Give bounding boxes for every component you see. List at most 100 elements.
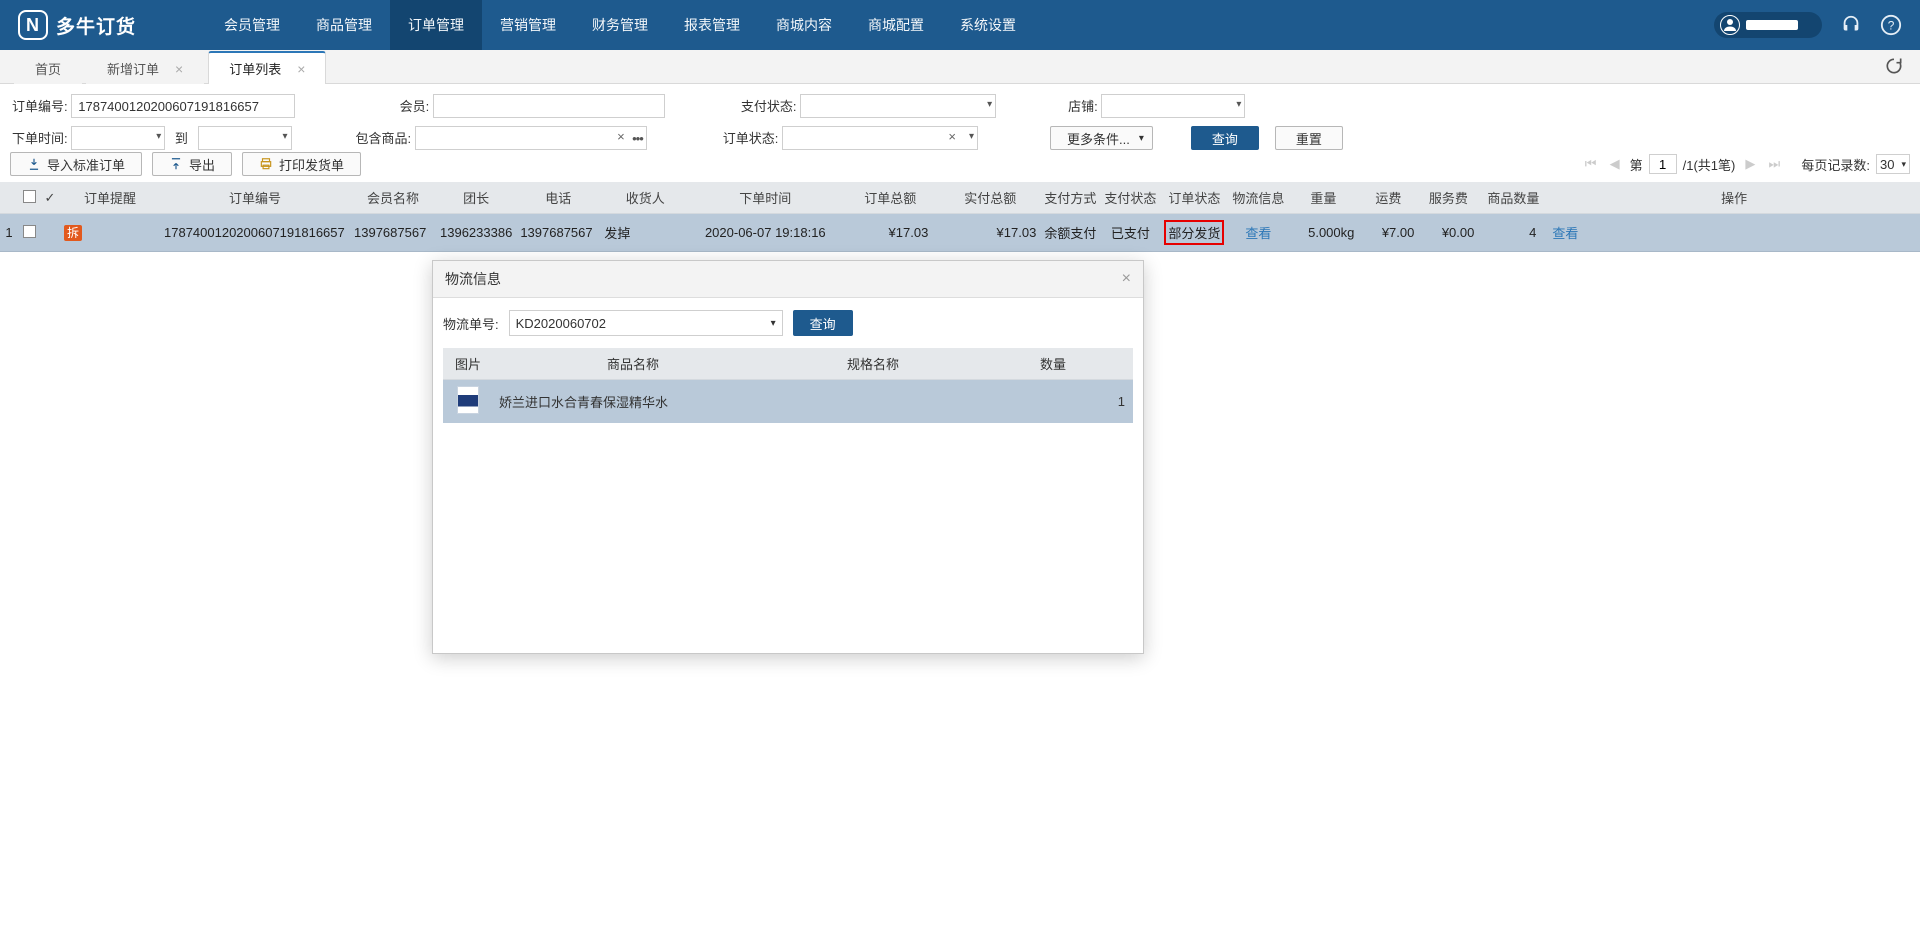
modal-title: 物流信息 bbox=[445, 269, 501, 289]
shop-select[interactable] bbox=[1101, 94, 1245, 118]
nav-marketing[interactable]: 营销管理 bbox=[482, 0, 574, 50]
tab-home[interactable]: 首页 bbox=[14, 52, 82, 84]
nav-finance[interactable]: 财务管理 bbox=[574, 0, 666, 50]
close-icon[interactable]: × bbox=[1122, 271, 1131, 287]
ellipsis-icon[interactable]: ••• bbox=[632, 131, 643, 146]
label-order-status: 订单状态: bbox=[723, 128, 779, 147]
export-button[interactable]: 导出 bbox=[152, 152, 232, 176]
pay-status-select[interactable] bbox=[800, 94, 996, 118]
tab-order-list[interactable]: 订单列表 × bbox=[208, 51, 326, 84]
mcell-qty: 1 bbox=[973, 380, 1133, 424]
close-icon[interactable]: × bbox=[297, 62, 305, 76]
cell-pay-method: 余额支付 bbox=[1040, 214, 1100, 252]
cell-service-fee: ¥0.00 bbox=[1418, 214, 1478, 252]
col-pay-method: 支付方式 bbox=[1040, 182, 1100, 214]
brand-logo: N 多牛订货 bbox=[18, 10, 136, 40]
cell-index: 1 bbox=[0, 214, 18, 252]
chevron-down-icon: ▾ bbox=[156, 131, 161, 142]
label-include-goods: 包含商品: bbox=[356, 128, 412, 147]
nav-mall-content[interactable]: 商城内容 bbox=[758, 0, 850, 50]
page-first-button[interactable]: ⏮ bbox=[1582, 155, 1600, 173]
table-row[interactable]: 1 拆 178740012020060719​1816657 139768756… bbox=[0, 214, 1920, 252]
import-button[interactable]: 导入标准订单 bbox=[10, 152, 142, 176]
refresh-icon[interactable] bbox=[1884, 56, 1904, 79]
button-label: 导出 bbox=[189, 155, 215, 174]
mcell-name: 娇兰进口水合青春保湿精华水 bbox=[493, 380, 773, 424]
help-icon[interactable]: ? bbox=[1880, 14, 1902, 36]
print-button[interactable]: 打印发货单 bbox=[242, 152, 361, 176]
time-to-input[interactable] bbox=[198, 126, 292, 150]
headset-icon[interactable] bbox=[1840, 14, 1862, 36]
more-conditions-button[interactable]: 更多条件... bbox=[1050, 126, 1153, 150]
close-icon[interactable]: × bbox=[175, 62, 183, 76]
brand-label: 多牛订货 bbox=[56, 12, 136, 39]
chevron-down-icon: ▾ bbox=[1236, 99, 1241, 110]
cell-order-no: 178740012020060719​1816657 bbox=[160, 214, 350, 252]
col-paid: 实付总额 bbox=[940, 182, 1040, 214]
time-from-input[interactable] bbox=[71, 126, 165, 150]
cell-pay-status: 已支付 bbox=[1100, 214, 1160, 252]
printer-icon bbox=[259, 157, 273, 171]
tab-label: 订单列表 bbox=[229, 59, 281, 78]
modal-row[interactable]: 娇兰进口水合青春保湿精华水 1 bbox=[443, 380, 1133, 424]
mcell-spec bbox=[773, 380, 973, 424]
tab-label: 首页 bbox=[35, 59, 61, 78]
cell-phone: 139768756​7 bbox=[516, 214, 600, 252]
chevron-down-icon: ▾ bbox=[282, 131, 287, 142]
query-button[interactable]: 查询 bbox=[1191, 126, 1259, 150]
pager: ⏮ ◀ 第 /1(共1笔) ▶ ⏭ 每页记录数: 30 ▾ bbox=[1582, 154, 1910, 174]
col-member: 会员名称 bbox=[350, 182, 436, 214]
brand-mark-icon: N bbox=[18, 10, 48, 40]
label-order-no: 订单编号: bbox=[12, 96, 68, 115]
clear-icon[interactable]: × bbox=[617, 129, 625, 144]
mcol-qty: 数量 bbox=[973, 348, 1133, 380]
nav-system[interactable]: 系统设置 bbox=[942, 0, 1034, 50]
col-order-no: 订单编号 bbox=[160, 182, 350, 214]
logistics-modal: 物流信息 × 物流单号: KD2020060702 ▾ 查询 图片 商品名称 规… bbox=[432, 260, 1144, 654]
page-last-button[interactable]: ⏭ bbox=[1765, 155, 1783, 173]
order-no-input[interactable] bbox=[71, 94, 295, 118]
page-input[interactable] bbox=[1649, 154, 1677, 174]
per-page-value: 30 bbox=[1880, 157, 1894, 172]
row-checkbox[interactable] bbox=[23, 225, 36, 238]
chevron-down-icon: ▾ bbox=[771, 318, 776, 329]
import-icon bbox=[27, 157, 41, 171]
clear-icon[interactable]: × bbox=[948, 129, 956, 144]
modal-query-button[interactable]: 查询 bbox=[793, 310, 853, 336]
nav-orders[interactable]: 订单管理 bbox=[390, 0, 482, 50]
label-member: 会员: bbox=[383, 96, 429, 115]
per-page-select[interactable]: 30 ▾ bbox=[1876, 154, 1910, 174]
modal-titlebar: 物流信息 × bbox=[433, 261, 1143, 298]
col-weight: 重量 bbox=[1288, 182, 1358, 214]
toolbar: 导入标准订单 导出 打印发货单 ⏮ ◀ 第 /1(共1笔) ▶ ⏭ 每页记录数:… bbox=[0, 152, 1920, 182]
nav-goods[interactable]: 商品管理 bbox=[298, 0, 390, 50]
logistics-view-link[interactable]: 查看 bbox=[1245, 226, 1271, 241]
col-time: 下单时间 bbox=[690, 182, 840, 214]
member-input[interactable] bbox=[433, 94, 665, 118]
page-prev-button[interactable]: ◀ bbox=[1606, 155, 1624, 173]
reset-button[interactable]: 重置 bbox=[1275, 126, 1343, 150]
page-next-button[interactable]: ▶ bbox=[1741, 155, 1759, 173]
cell-member: 139768756​7 bbox=[350, 214, 436, 252]
per-page-label: 每页记录数: bbox=[1801, 155, 1870, 174]
cell-order-status-highlight: 部分发货 bbox=[1164, 220, 1224, 245]
cell-weight: 5.000kg bbox=[1288, 214, 1358, 252]
col-receiver: 收货人 bbox=[600, 182, 690, 214]
nav-member[interactable]: 会员管理 bbox=[206, 0, 298, 50]
col-op: 操作 bbox=[1548, 182, 1920, 214]
button-label: 打印发货单 bbox=[279, 155, 344, 174]
nav-mall-config[interactable]: 商城配置 bbox=[850, 0, 942, 50]
select-all-checkbox[interactable] bbox=[23, 190, 36, 203]
include-goods-input[interactable] bbox=[415, 126, 647, 150]
avatar-icon bbox=[1720, 15, 1740, 35]
row-view-link[interactable]: 查看 bbox=[1552, 226, 1578, 241]
app-header: N 多牛订货 会员管理 商品管理 订单管理 营销管理 财务管理 报表管理 商城内… bbox=[0, 0, 1920, 50]
tracking-select[interactable]: KD2020060702 ▾ bbox=[509, 310, 783, 336]
tab-new-order[interactable]: 新增订单 × bbox=[86, 52, 204, 84]
export-icon bbox=[169, 157, 183, 171]
nav-report[interactable]: 报表管理 bbox=[666, 0, 758, 50]
chevron-down-icon: ▾ bbox=[1901, 159, 1906, 170]
user-chip[interactable] bbox=[1714, 12, 1822, 38]
split-badge: 拆 bbox=[64, 225, 82, 241]
chevron-down-icon: ▾ bbox=[969, 131, 974, 142]
